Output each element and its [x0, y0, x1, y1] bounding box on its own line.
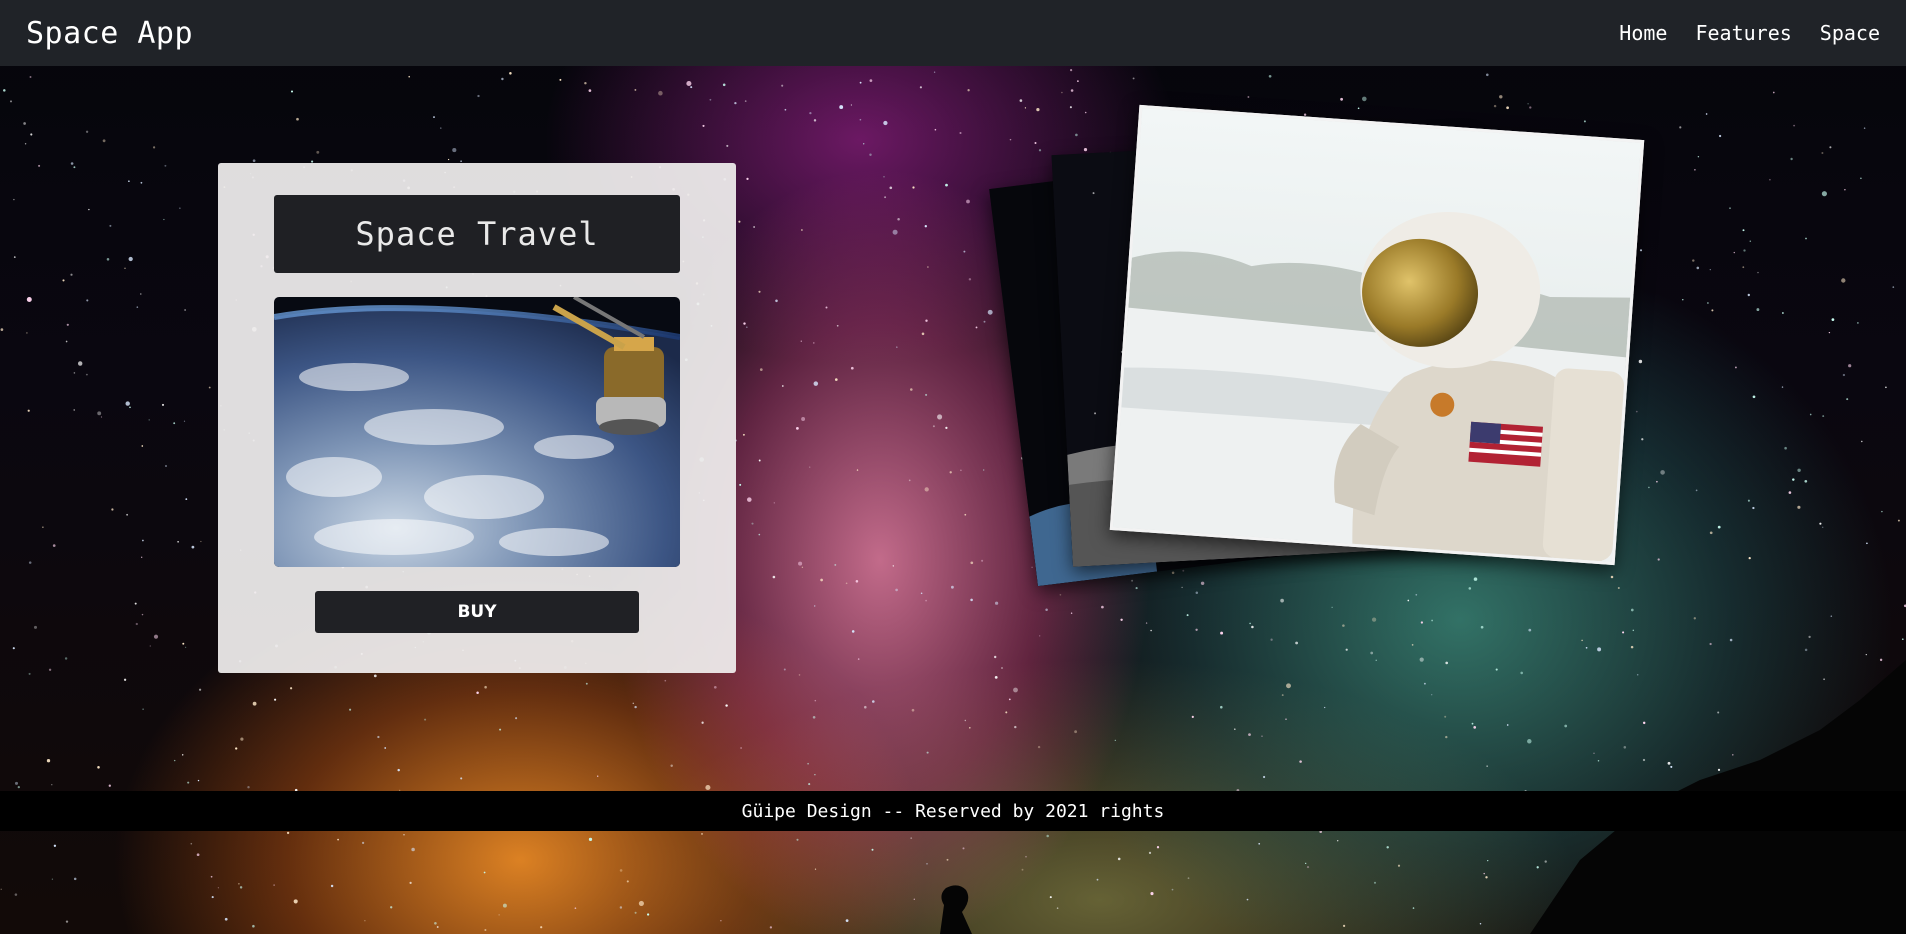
- earth-from-space-image: [274, 297, 680, 567]
- brand-logo[interactable]: Space App: [26, 16, 193, 51]
- nav-link-space[interactable]: Space: [1820, 21, 1880, 45]
- card-title: Space Travel: [274, 195, 680, 273]
- nav-link-features[interactable]: Features: [1695, 21, 1791, 45]
- buy-button[interactable]: BUY: [315, 591, 639, 633]
- product-card: Space Travel BUY: [218, 163, 736, 673]
- photo-gallery-stack: [989, 104, 1650, 590]
- footer-bar: Güipe Design -- Reserved by 2021 rights: [0, 791, 1906, 831]
- top-navbar: Space App Home Features Space: [0, 0, 1906, 66]
- space-app-page: Space App Home Features Space Space Trav…: [0, 0, 1906, 934]
- astronaut-in-snow-photo[interactable]: [1109, 104, 1645, 566]
- nav-link-home[interactable]: Home: [1619, 21, 1667, 45]
- nav-links: Home Features Space: [1619, 21, 1880, 45]
- us-flag-patch: [1468, 421, 1544, 467]
- person-silhouette: [940, 885, 972, 934]
